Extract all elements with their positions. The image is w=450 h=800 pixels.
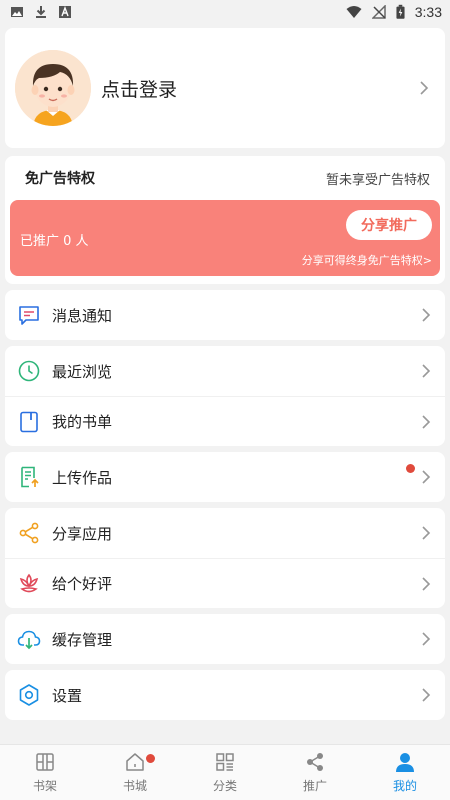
cloud-download-icon <box>17 630 41 650</box>
menu-label: 缓存管理 <box>52 630 113 649</box>
bottom-nav: 书架 书城 分类 推广 我的 <box>0 744 450 800</box>
nav-item-category[interactable]: 分类 <box>180 745 270 800</box>
avatar-illustration <box>15 50 91 126</box>
user-icon <box>396 753 414 772</box>
menu-group-history: 最近浏览 我的书单 <box>5 346 445 446</box>
grid-icon <box>216 753 234 771</box>
promoted-count: 已推广 0 人 <box>20 234 89 249</box>
battery-icon <box>396 4 405 19</box>
menu-group-upload: 上传作品 <box>5 452 445 502</box>
nav-label: 书城 <box>122 779 147 793</box>
nav-label: 我的 <box>392 779 417 793</box>
chevron-right-icon <box>422 470 431 484</box>
menu-label: 最近浏览 <box>52 362 113 381</box>
ad-privilege-header: 免广告特权 暂未享受广告特权 <box>10 156 440 200</box>
menu-item-share-app[interactable]: 分享应用 <box>5 508 445 558</box>
settings-icon <box>19 684 39 706</box>
status-left <box>10 5 72 19</box>
profile-login-card[interactable]: 点击登录 <box>5 28 445 148</box>
status-bar: 3:33 <box>0 0 450 24</box>
menu-item-booklist[interactable]: 我的书单 <box>5 396 445 446</box>
ad-privilege-title: 免广告特权 <box>25 171 95 187</box>
menu-label: 设置 <box>52 686 83 705</box>
nav-item-promote[interactable]: 推广 <box>270 745 360 800</box>
status-time: 3:33 <box>414 4 442 20</box>
notification-badge <box>146 754 155 763</box>
menu-label: 消息通知 <box>52 306 113 325</box>
menu-label: 上传作品 <box>52 468 113 487</box>
menu-item-cache[interactable]: 缓存管理 <box>5 614 445 664</box>
bookshelf-icon <box>36 753 54 771</box>
menu-group-share: 分享应用 给个好评 <box>5 508 445 608</box>
nav-item-bookstore[interactable]: 书城 <box>90 745 180 800</box>
nav-item-mine[interactable]: 我的 <box>360 745 450 800</box>
avatar[interactable] <box>15 50 91 126</box>
nav-label: 书架 <box>32 779 57 793</box>
notification-badge <box>406 464 415 473</box>
login-label[interactable]: 点击登录 <box>101 75 419 102</box>
menu-label: 给个好评 <box>52 575 113 593</box>
chevron-right-icon <box>422 632 431 646</box>
menu-item-settings[interactable]: 设置 <box>5 670 445 720</box>
status-right: 3:33 <box>346 4 442 20</box>
share-nav-icon <box>307 753 323 771</box>
share-hint-link[interactable]: 分享可得终身免广告特权> <box>302 252 432 268</box>
home-icon <box>126 753 144 771</box>
download-icon <box>36 6 46 18</box>
menu-label: 我的书单 <box>52 413 113 431</box>
wifi-icon <box>346 6 362 18</box>
chevron-right-icon <box>422 688 431 702</box>
menu-group-messages: 消息通知 <box>5 290 445 340</box>
chevron-right-icon <box>422 414 431 429</box>
chevron-right-icon <box>420 81 429 95</box>
no-signal-icon <box>371 5 386 19</box>
menu-item-messages[interactable]: 消息通知 <box>5 290 445 340</box>
chevron-right-icon <box>422 308 431 322</box>
image-icon <box>11 7 23 17</box>
book-icon <box>20 411 38 432</box>
menu-group-cache: 缓存管理 <box>5 614 445 664</box>
menu-group-settings: 设置 <box>5 670 445 720</box>
lotus-icon <box>19 573 39 592</box>
nav-label: 推广 <box>302 779 327 793</box>
chevron-right-icon <box>422 526 431 540</box>
share-icon <box>19 522 39 544</box>
chevron-right-icon <box>422 576 431 591</box>
nav-item-bookshelf[interactable]: 书架 <box>0 745 90 800</box>
menu-item-recent[interactable]: 最近浏览 <box>5 346 445 396</box>
nav-label: 分类 <box>212 779 237 793</box>
upload-doc-icon <box>21 466 39 488</box>
menu-item-upload[interactable]: 上传作品 <box>5 452 445 502</box>
menu-item-rate[interactable]: 给个好评 <box>5 558 445 608</box>
ad-privilege-card: 免广告特权 暂未享受广告特权 已推广 0 人 分享推广 分享可得终身免广告特权> <box>5 156 445 284</box>
clock-icon <box>18 360 40 382</box>
menu-label: 分享应用 <box>52 524 113 543</box>
message-icon <box>19 306 39 325</box>
ad-privilege-status: 暂未享受广告特权 <box>325 172 430 188</box>
share-promote-button[interactable]: 分享推广 <box>346 210 432 240</box>
a-icon <box>59 6 71 18</box>
promotion-banner: 已推广 0 人 分享推广 分享可得终身免广告特权> <box>10 200 440 276</box>
chevron-right-icon <box>422 364 431 378</box>
